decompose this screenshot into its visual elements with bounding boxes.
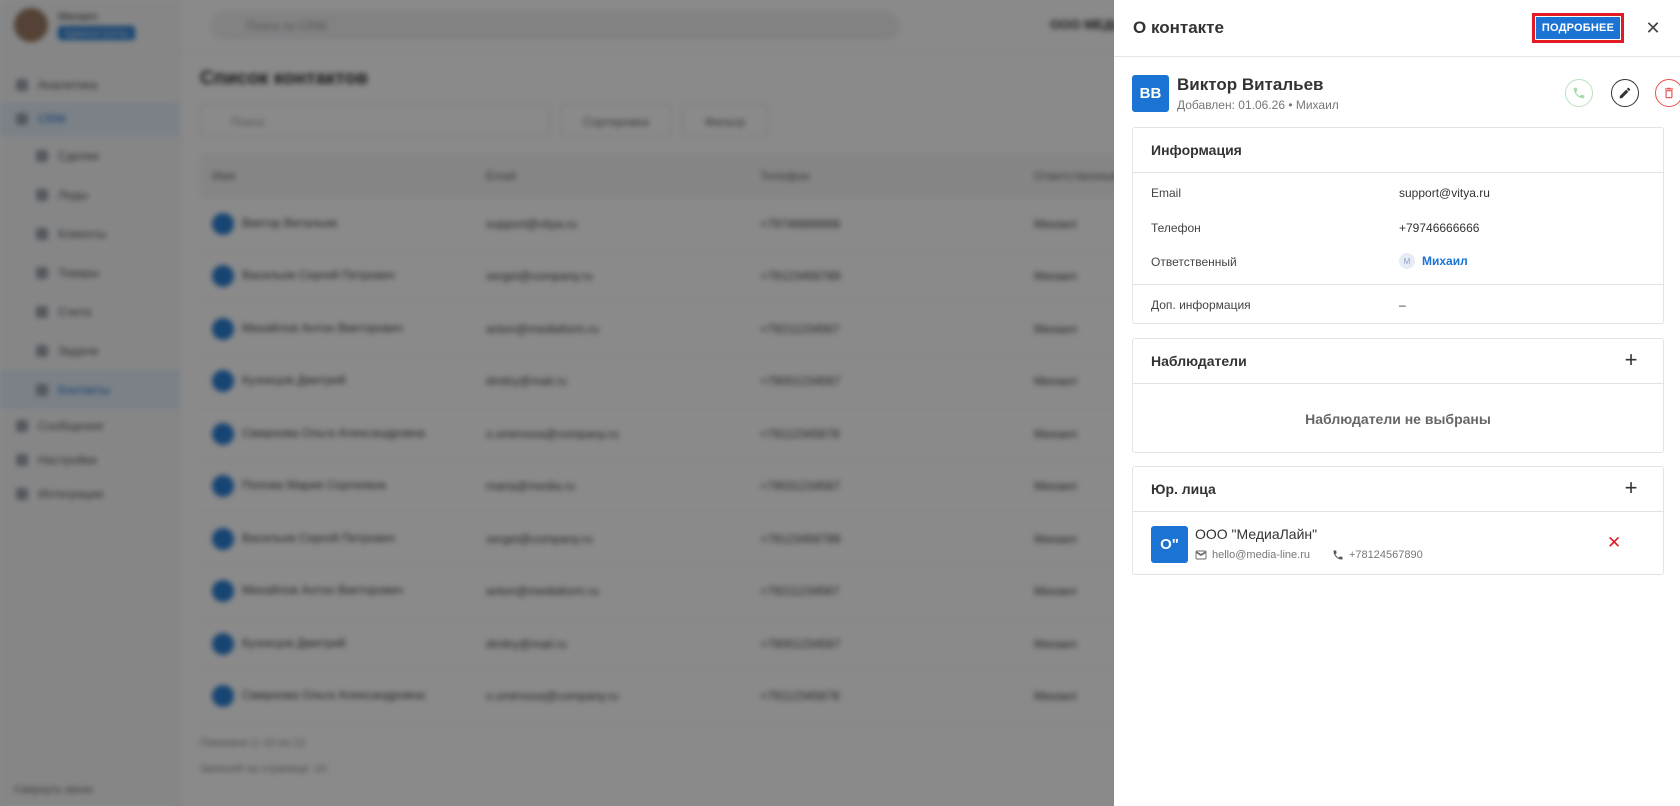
add-watcher-button[interactable]: + bbox=[1621, 349, 1641, 371]
watchers-card-title: Наблюдатели bbox=[1151, 353, 1247, 369]
divider bbox=[1133, 284, 1663, 285]
call-button[interactable] bbox=[1565, 79, 1593, 107]
details-button[interactable]: ПОДРОБНЕЕ bbox=[1532, 13, 1624, 43]
email-value[interactable]: support@vitya.ru bbox=[1399, 186, 1490, 200]
trash-icon bbox=[1664, 87, 1674, 99]
legal-entity-phone[interactable]: +78124567890 bbox=[1349, 549, 1423, 561]
info-card-title: Информация bbox=[1151, 142, 1242, 158]
edit-button[interactable] bbox=[1611, 79, 1639, 107]
watchers-empty-state: Наблюдатели не выбраны bbox=[1305, 410, 1491, 427]
phone-label: Телефон bbox=[1151, 221, 1201, 235]
email-label: Email bbox=[1151, 186, 1182, 200]
legal-entities-card: Юр. лица + О" ООО "МедиаЛайн" hello@medi… bbox=[1132, 466, 1664, 575]
legal-card-title: Юр. лица bbox=[1151, 481, 1216, 497]
owner-label: Ответственный bbox=[1151, 255, 1237, 269]
watchers-card-header: Наблюдатели + bbox=[1133, 339, 1663, 384]
extra-info-value: – bbox=[1399, 298, 1406, 312]
contact-drawer: О контакте ПОДРОБНЕЕ ✕ ВВ Виктор Виталье… bbox=[1114, 0, 1680, 806]
legal-entity-avatar: О" bbox=[1151, 526, 1188, 563]
owner-link[interactable]: Михаил bbox=[1422, 254, 1468, 268]
contact-summary: ВВ Виктор Витальев Добавлен: 01.06.26 • … bbox=[1132, 75, 1680, 115]
phone-value[interactable]: +79746666666 bbox=[1399, 221, 1479, 235]
mail-icon bbox=[1195, 550, 1207, 560]
close-icon[interactable]: ✕ bbox=[1642, 17, 1664, 39]
owner-value: М Михаил bbox=[1399, 253, 1468, 269]
watchers-card: Наблюдатели + Наблюдатели не выбраны bbox=[1132, 338, 1664, 453]
info-card-header: Информация bbox=[1133, 128, 1663, 173]
remove-legal-entity-icon[interactable]: ✕ bbox=[1607, 533, 1621, 553]
drawer-title: О контакте bbox=[1133, 18, 1224, 37]
legal-entity-name[interactable]: ООО "МедиаЛайн" bbox=[1195, 526, 1317, 542]
add-legal-entity-button[interactable]: + bbox=[1621, 477, 1641, 499]
phone-icon bbox=[1573, 87, 1585, 99]
delete-button[interactable] bbox=[1655, 79, 1680, 107]
info-card: Информация Email support@vitya.ru Телефо… bbox=[1132, 127, 1664, 324]
phone-icon bbox=[1333, 550, 1343, 560]
details-button-label: ПОДРОБНЕЕ bbox=[1536, 17, 1620, 39]
legal-card-header: Юр. лица + bbox=[1133, 467, 1663, 512]
legal-entity-email[interactable]: hello@media-line.ru bbox=[1212, 549, 1310, 561]
drawer-header: О контакте ПОДРОБНЕЕ ✕ bbox=[1114, 0, 1680, 57]
extra-info-label: Доп. информация bbox=[1151, 298, 1251, 312]
owner-avatar: М bbox=[1399, 253, 1415, 269]
contact-avatar: ВВ bbox=[1132, 75, 1169, 112]
contact-name: Виктор Витальев bbox=[1177, 75, 1324, 94]
pencil-icon bbox=[1619, 87, 1631, 99]
contact-added-meta: Добавлен: 01.06.26 • Михаил bbox=[1177, 98, 1339, 112]
legal-entity-contacts: hello@media-line.ru +78124567890 bbox=[1195, 549, 1423, 561]
